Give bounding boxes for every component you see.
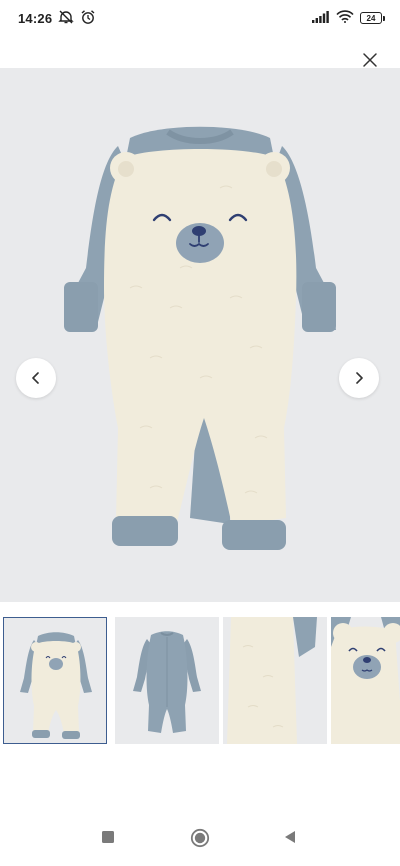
next-image-button[interactable] — [339, 358, 379, 398]
thumb-detail-fabric-image — [227, 617, 317, 744]
signal-icon — [312, 10, 330, 26]
status-left: 14:26 — [18, 9, 96, 28]
back-triangle-icon — [285, 831, 295, 843]
thumbnail-detail-fabric[interactable] — [223, 617, 327, 744]
close-icon — [363, 53, 377, 67]
thumbnail-strip — [0, 617, 400, 745]
recents-square-icon — [102, 831, 114, 843]
home-button[interactable] — [190, 828, 210, 848]
romper-front-illustration — [64, 126, 336, 550]
wifi-icon — [336, 10, 354, 26]
status-right: 24 — [312, 10, 385, 26]
status-time: 14:26 — [18, 10, 53, 26]
system-navigation-bar — [0, 816, 400, 866]
muted-notification-icon — [58, 10, 74, 27]
chevron-left-icon — [32, 372, 39, 384]
thumb-detail-face-image — [331, 617, 400, 744]
alarm-icon — [80, 9, 96, 28]
battery-level: 24 — [366, 13, 376, 23]
back-button[interactable] — [283, 830, 297, 844]
thumb-back-image — [133, 631, 201, 733]
chevron-right-icon — [356, 372, 363, 384]
thumbnail-detail-face[interactable] — [331, 617, 400, 744]
status-bar: 14:26 24 — [0, 0, 400, 36]
home-circle-icon — [190, 828, 210, 848]
previous-image-button[interactable] — [16, 358, 56, 398]
thumb-front-image — [20, 632, 92, 739]
recents-button[interactable] — [101, 830, 115, 844]
close-button[interactable] — [360, 50, 380, 70]
main-product-image[interactable] — [0, 68, 400, 602]
thumbnail-back[interactable] — [115, 617, 219, 744]
thumbnail-front[interactable] — [3, 617, 107, 744]
battery-icon: 24 — [360, 12, 385, 24]
